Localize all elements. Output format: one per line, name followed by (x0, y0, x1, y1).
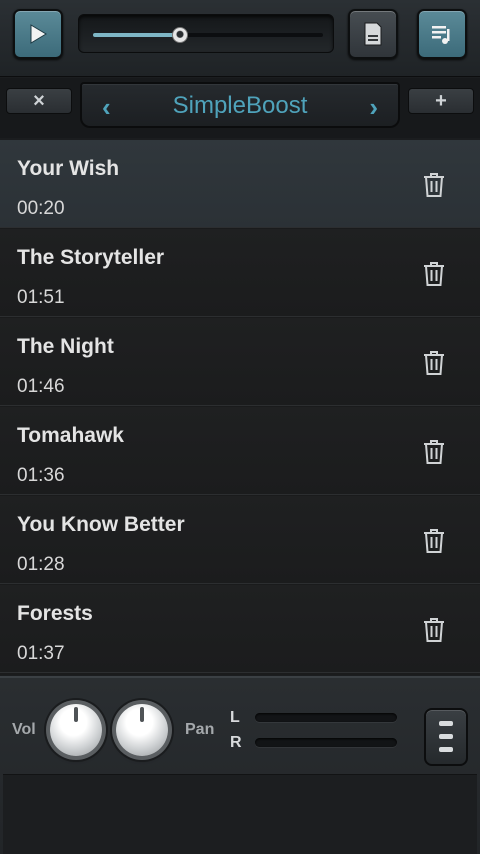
track-row[interactable]: Tomahawk 01:36 (0, 407, 480, 495)
track-title: Forests (17, 602, 93, 625)
track-title: Tomahawk (17, 424, 124, 447)
trash-icon[interactable] (422, 528, 446, 554)
preset-name: SimpleBoost (172, 92, 308, 119)
mixer-menu-button[interactable] (424, 708, 468, 766)
pan-knob[interactable] (116, 704, 168, 756)
vol-label: Vol (12, 721, 36, 738)
track-list: Your Wish 00:20 The Storyteller 01:51 Th… (0, 140, 480, 675)
close-icon: × (33, 89, 45, 112)
play-icon (30, 24, 47, 44)
add-preset-button[interactable]: + (408, 88, 474, 114)
track-duration: 01:36 (17, 465, 65, 486)
preset-selector: ‹ SimpleBoost › (80, 82, 400, 128)
right-level-meter (255, 738, 397, 747)
right-channel-label: R (230, 734, 242, 751)
track-title: The Storyteller (17, 246, 165, 269)
track-duration: 01:51 (17, 287, 65, 308)
volume-knob[interactable] (50, 704, 102, 756)
menu-icon-bar (439, 721, 453, 726)
plus-icon: + (435, 89, 447, 112)
playlist-icon (432, 26, 450, 44)
sd-card-button[interactable] (348, 9, 398, 59)
track-duration: 00:20 (17, 198, 65, 219)
play-button[interactable] (13, 9, 63, 59)
trash-icon[interactable] (422, 439, 446, 465)
seek-bar[interactable] (78, 14, 334, 53)
track-title: Your Wish (17, 157, 120, 180)
trash-icon[interactable] (422, 617, 446, 643)
left-level-meter (255, 713, 397, 722)
seek-track (93, 27, 323, 43)
preset-bar: × ‹ SimpleBoost › + (0, 78, 480, 138)
track-title: You Know Better (17, 513, 185, 536)
track-duration: 01:28 (17, 554, 65, 575)
track-title: The Night (17, 335, 114, 358)
next-preset-button[interactable]: › (369, 92, 378, 123)
close-preset-button[interactable]: × (6, 88, 72, 114)
menu-icon-bar (439, 734, 453, 739)
footer-panel (3, 774, 477, 854)
trash-icon[interactable] (422, 172, 446, 198)
track-duration: 01:37 (17, 643, 65, 664)
seek-handle[interactable] (172, 27, 189, 43)
track-row[interactable]: The Storyteller 01:51 (0, 229, 480, 317)
track-row[interactable]: The Night 01:46 (0, 318, 480, 406)
top-toolbar (0, 0, 480, 77)
track-row[interactable]: You Know Better 01:28 (0, 496, 480, 584)
pan-label: Pan (185, 721, 215, 738)
playlist-button[interactable] (417, 9, 467, 59)
trash-icon[interactable] (422, 261, 446, 287)
trash-icon[interactable] (422, 350, 446, 376)
left-channel-label: L (230, 709, 240, 726)
mixer-panel: Vol Pan L R (0, 676, 480, 854)
track-row[interactable]: Forests 01:37 (0, 585, 480, 673)
track-duration: 01:46 (17, 376, 65, 397)
menu-icon-bar (439, 747, 453, 752)
seek-fill (93, 33, 181, 37)
sd-card-icon (364, 22, 382, 46)
track-row[interactable]: Your Wish 00:20 (0, 140, 480, 228)
